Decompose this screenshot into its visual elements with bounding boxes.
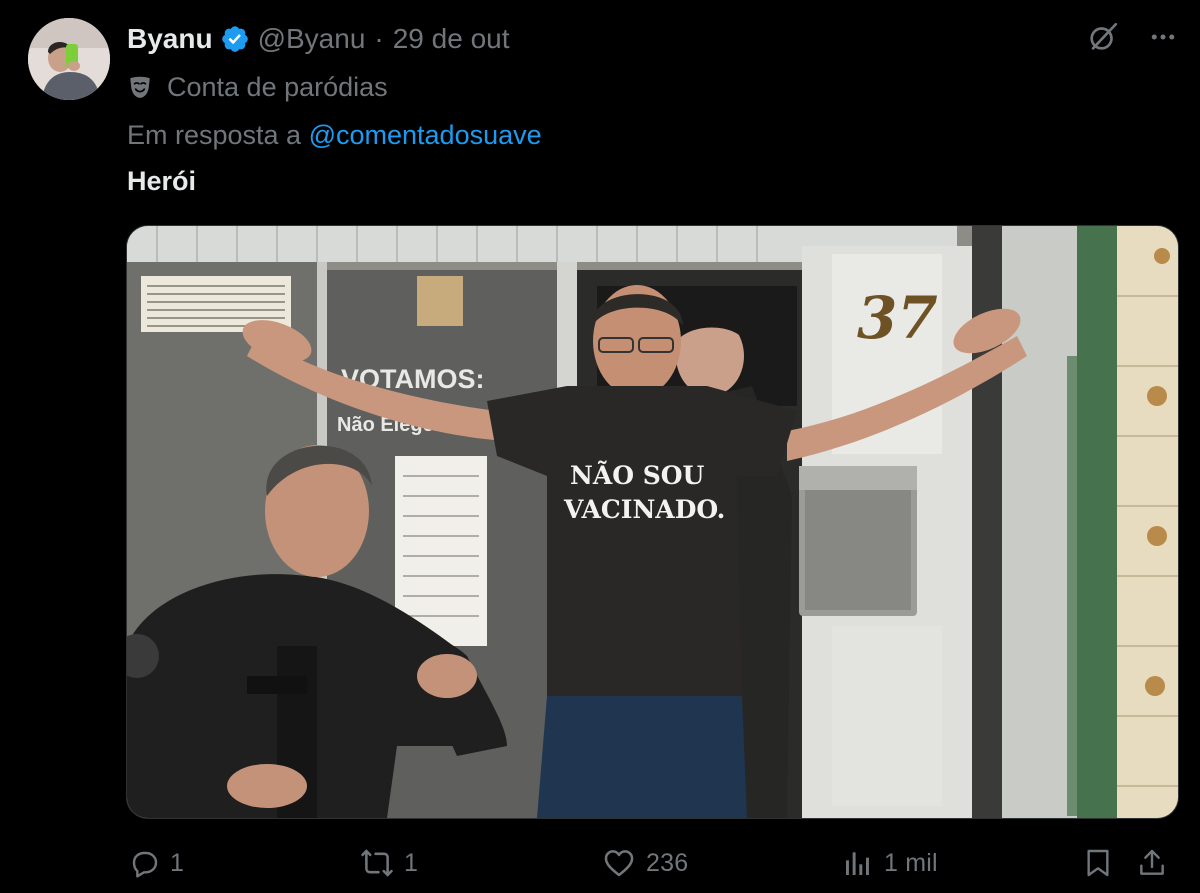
- repost-button[interactable]: 1: [360, 838, 418, 888]
- repost-count: 1: [404, 848, 419, 877]
- more-icon[interactable]: [1148, 22, 1178, 52]
- separator-dot: ·: [374, 23, 384, 54]
- reply-context: Em resposta a @comentadosuave: [127, 120, 542, 151]
- tweet-action-bar: 1 1 236 1 mil: [126, 838, 1178, 888]
- parody-account-label: Conta de paródias: [127, 70, 388, 104]
- tweet: Byanu @Byanu · 29 de out Conta de paródi…: [0, 0, 1200, 893]
- share-button[interactable]: [1136, 838, 1178, 888]
- tweet-text: Herói: [127, 166, 197, 196]
- shirt-text-line2: VACINADO.: [563, 495, 725, 524]
- views-icon: [846, 852, 869, 875]
- tweet-media-photo[interactable]: VOTAMOS: Não Elegemos 37 NÃO SOU VACINAD…: [126, 225, 1179, 819]
- like-count: 236: [646, 848, 689, 877]
- shirt-text-line1: NÃO SOU: [570, 461, 705, 490]
- repost-icon: [361, 849, 393, 877]
- reply-to-link[interactable]: @comentadosuave: [309, 120, 542, 150]
- tweet-timestamp[interactable]: 29 de out: [393, 23, 510, 55]
- views-count: 1 mil: [884, 848, 938, 877]
- author-handle[interactable]: @Byanu: [258, 23, 366, 55]
- door-number: 37: [857, 284, 938, 352]
- bookmark-icon: [1087, 849, 1109, 877]
- author-avatar[interactable]: [28, 18, 110, 100]
- like-button[interactable]: 236: [602, 838, 688, 888]
- photo-scene: VOTAMOS: Não Elegemos 37 NÃO SOU VACINAD…: [127, 226, 1178, 818]
- reply-count: 1: [170, 848, 185, 877]
- parody-label-text: Conta de paródias: [167, 71, 388, 102]
- author-display-name[interactable]: Byanu: [127, 23, 213, 55]
- bookmark-button[interactable]: [1082, 838, 1124, 888]
- reply-button[interactable]: 1: [128, 838, 184, 888]
- share-icon: [1140, 849, 1164, 875]
- verified-badge-icon[interactable]: [220, 24, 250, 54]
- like-icon: [604, 850, 634, 877]
- avatar-photo: [28, 18, 110, 100]
- grok-icon[interactable]: [1086, 20, 1120, 54]
- tweet-top-actions: [1086, 20, 1178, 54]
- views-button[interactable]: 1 mil: [842, 838, 938, 888]
- reply-icon: [132, 851, 158, 878]
- reply-prefix: Em resposta a: [127, 120, 302, 150]
- tweet-header: Byanu @Byanu · 29 de out: [127, 22, 510, 56]
- parody-mask-icon: [127, 74, 153, 100]
